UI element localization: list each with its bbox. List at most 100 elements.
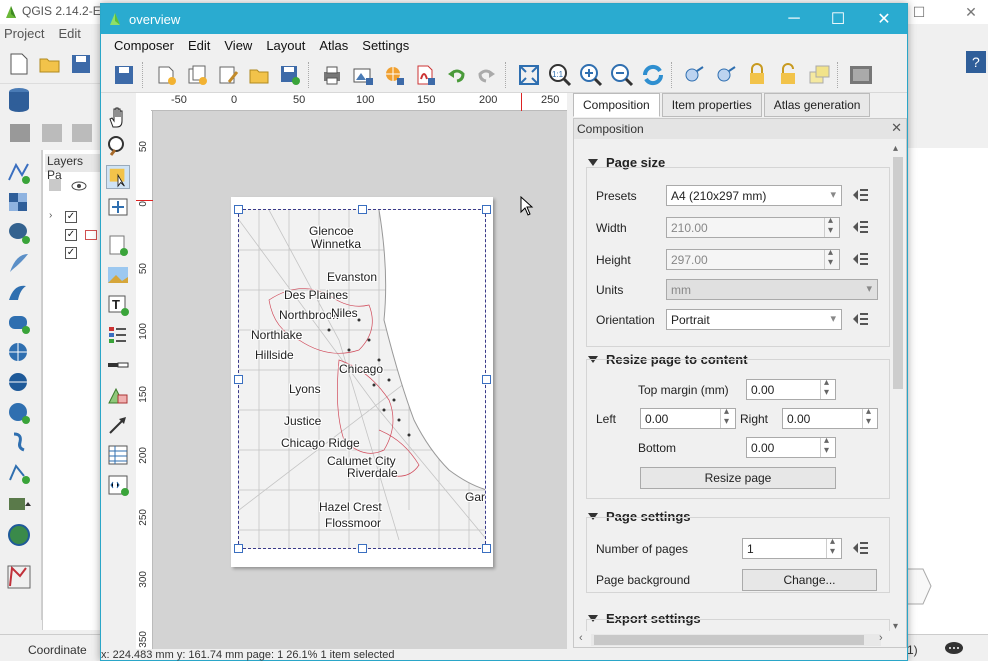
main-close-button[interactable]: ✕ — [948, 0, 988, 24]
height-spinner[interactable] — [824, 247, 839, 269]
new-shapefile-icon[interactable] — [6, 460, 32, 486]
data-defined-override-icon[interactable] — [851, 187, 869, 203]
map-item[interactable]: Glencoe Winnetka Evanston Des Plaines No… — [238, 209, 486, 549]
panel-horizontal-scrollbar[interactable]: ‹ › — [579, 632, 883, 646]
zoom-tool-icon[interactable] — [106, 135, 130, 159]
main-menu-edit[interactable]: Edit — [58, 26, 80, 46]
menu-layout[interactable]: Layout — [259, 35, 312, 57]
main-menu-project[interactable]: Project — [4, 26, 44, 46]
left-margin-input[interactable]: 0.00 — [640, 406, 736, 429]
add-html-frame-icon[interactable] — [106, 473, 130, 497]
layers-panel-toolbar-icon[interactable] — [47, 176, 101, 196]
width-input[interactable]: 210.00 — [666, 215, 840, 238]
print-button[interactable] — [319, 62, 345, 88]
export-svg-button[interactable] — [381, 62, 407, 88]
load-template-button[interactable] — [246, 62, 272, 88]
height-input[interactable]: 297.00 — [666, 247, 840, 270]
close-button[interactable]: ✕ — [861, 4, 907, 34]
selection-handle[interactable] — [234, 375, 243, 384]
zoom-out-button[interactable] — [609, 62, 635, 88]
add-wms-layer-icon[interactable] — [6, 340, 32, 366]
add-wcs-layer-icon[interactable] — [6, 370, 32, 396]
move-item-content-icon[interactable] — [106, 195, 130, 219]
data-defined-override-icon[interactable] — [851, 251, 869, 267]
undo-button[interactable] — [443, 62, 469, 88]
layer-row[interactable]: ✓ — [49, 246, 99, 262]
right-margin-input[interactable]: 0.00 — [782, 406, 878, 429]
data-defined-override-icon[interactable] — [851, 311, 869, 327]
messages-icon[interactable] — [944, 641, 964, 657]
bottom-margin-input[interactable]: 0.00 — [746, 435, 836, 458]
composer-manager-button[interactable] — [215, 62, 241, 88]
export-pdf-button[interactable] — [412, 62, 438, 88]
add-label-icon[interactable]: T — [106, 293, 130, 317]
resize-page-button[interactable]: Resize page — [640, 467, 836, 489]
left-margin-spinner[interactable] — [720, 406, 735, 428]
digitize-toolbar-icon[interactable] — [8, 122, 98, 144]
add-arrow-icon[interactable] — [106, 413, 130, 437]
add-wfs-layer-icon[interactable] — [6, 400, 32, 426]
add-new-map-icon[interactable] — [106, 233, 130, 257]
panel-close-icon[interactable]: ✕ — [891, 120, 902, 136]
menu-atlas[interactable]: Atlas — [312, 35, 355, 57]
raise-items-button[interactable] — [806, 62, 832, 88]
panel-scroll-thumb[interactable] — [893, 157, 903, 389]
data-defined-override-icon[interactable] — [851, 540, 869, 556]
group-items-button[interactable] — [682, 62, 708, 88]
export-image-button[interactable] — [350, 62, 376, 88]
unlock-items-button[interactable] — [775, 62, 801, 88]
bottom-margin-spinner[interactable] — [820, 435, 835, 457]
pan-hand-icon[interactable] — [106, 105, 130, 129]
tab-item-properties[interactable]: Item properties — [661, 93, 762, 117]
right-margin-spinner[interactable] — [862, 406, 877, 428]
duplicate-composer-button[interactable] — [184, 62, 210, 88]
top-margin-input[interactable]: 0.00 — [746, 377, 836, 400]
add-vector-layer-icon[interactable] — [6, 160, 32, 186]
database-icon[interactable] — [6, 86, 32, 114]
add-shape-icon[interactable] — [106, 383, 130, 407]
menu-composer[interactable]: Composer — [107, 35, 181, 57]
selection-handle[interactable] — [358, 544, 367, 553]
zoom-actual-button[interactable]: 1:1 — [547, 62, 573, 88]
add-spatialite-layer-icon[interactable] — [6, 250, 32, 276]
width-spinner[interactable] — [824, 215, 839, 237]
atlas-toolbar-button[interactable] — [848, 62, 874, 88]
menu-view[interactable]: View — [217, 35, 259, 57]
add-attribute-table-icon[interactable] — [106, 443, 130, 467]
ungroup-items-button[interactable] — [713, 62, 739, 88]
layer-row[interactable]: ✓ — [49, 228, 99, 244]
globe-plugin-icon[interactable] — [6, 522, 32, 548]
composition-page[interactable]: Glencoe Winnetka Evanston Des Plaines No… — [231, 197, 493, 567]
new-project-icon[interactable] — [8, 52, 30, 76]
units-dropdown[interactable]: mm — [666, 279, 878, 300]
number-of-pages-spinner[interactable] — [826, 536, 841, 558]
save-project-icon[interactable] — [70, 52, 92, 76]
selection-handle[interactable] — [482, 544, 491, 553]
menu-edit[interactable]: Edit — [181, 35, 217, 57]
top-margin-spinner[interactable] — [820, 377, 835, 399]
zoom-full-button[interactable] — [516, 62, 542, 88]
tab-atlas-generation[interactable]: Atlas generation — [763, 93, 871, 117]
selection-handle[interactable] — [482, 375, 491, 384]
select-move-item-icon[interactable] — [106, 165, 130, 189]
add-raster-layer-icon[interactable] — [6, 190, 32, 216]
orientation-dropdown[interactable]: Portrait — [666, 309, 842, 330]
presets-dropdown[interactable]: A4 (210x297 mm) — [666, 185, 842, 206]
panel-vertical-scrollbar[interactable]: ▴ ▾ — [892, 143, 904, 643]
georeferencer-icon[interactable] — [6, 564, 32, 590]
save-template-button[interactable] — [277, 62, 303, 88]
help-icon[interactable]: ? — [965, 50, 987, 74]
add-delimited-text-icon[interactable] — [6, 430, 32, 456]
redo-button[interactable] — [474, 62, 500, 88]
menu-settings[interactable]: Settings — [355, 35, 416, 57]
selection-handle[interactable] — [234, 544, 243, 553]
new-composer-button[interactable] — [153, 62, 179, 88]
selection-handle[interactable] — [358, 205, 367, 214]
composition-canvas[interactable]: Glencoe Winnetka Evanston Des Plaines No… — [153, 111, 567, 649]
lock-items-button[interactable] — [744, 62, 770, 88]
add-image-icon[interactable] — [106, 263, 130, 287]
number-of-pages-input[interactable]: 1 — [742, 536, 842, 559]
add-oracle-layer-icon[interactable] — [6, 310, 32, 336]
change-background-button[interactable]: Change... — [742, 569, 877, 591]
add-mssql-layer-icon[interactable] — [6, 280, 32, 306]
